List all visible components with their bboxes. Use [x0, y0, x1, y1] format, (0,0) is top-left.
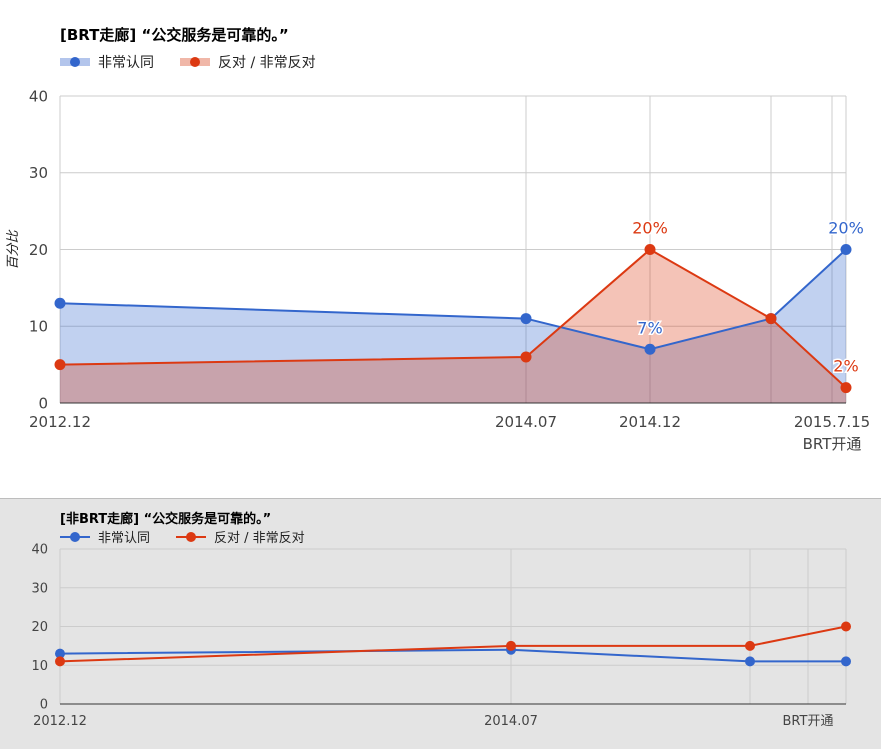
data-point — [644, 343, 656, 355]
y-tick-label: 0 — [40, 698, 48, 713]
data-point — [745, 656, 755, 667]
data-point — [54, 359, 66, 371]
x-tick-label: BRT开通 — [803, 435, 862, 453]
chart-plot-brt: 0 10 20 30 40 7% 20% 20% 2% 2012.12 2014.07 2014.12… — [6, 87, 870, 453]
data-point — [745, 640, 755, 651]
y-tick-label: 40 — [29, 87, 48, 105]
data-point — [506, 640, 516, 651]
data-point — [55, 656, 65, 667]
y-tick-label: 20 — [29, 241, 48, 259]
data-point — [840, 244, 852, 255]
y-tick-label: 0 — [38, 394, 48, 412]
y-tick-label: 40 — [31, 543, 48, 558]
x-tick-label: 2014.07 — [495, 413, 557, 431]
y-tick-label: 10 — [29, 318, 48, 336]
data-point — [840, 382, 852, 394]
y-tick-label: 30 — [29, 164, 48, 182]
y-tick-label: 10 — [31, 659, 48, 674]
y-tick-label: 30 — [31, 581, 48, 596]
data-point — [841, 621, 851, 632]
y-tick-label: 20 — [31, 620, 48, 635]
x-tick-label: 2015.7.15 — [794, 413, 870, 431]
x-tick-label: BRT开通 — [783, 714, 834, 729]
data-point — [841, 656, 851, 667]
data-point — [520, 313, 532, 325]
x-tick-label: 2012.12 — [29, 413, 91, 431]
data-label: 20% — [632, 219, 668, 238]
y-axis-title: 百分比 — [6, 230, 21, 270]
x-tick-label: 2012.12 — [33, 714, 87, 729]
chart-plot-non-brt: 0 10 20 30 40 2012.12 2014.07 BRT开通 — [31, 543, 851, 729]
data-label: 20% — [828, 219, 864, 238]
chart-panel-brt: [BRT走廊] “公交服务是可靠的。” 非常认同 反对 / 非常反对 0 10 20… — [0, 0, 881, 498]
data-point — [520, 351, 532, 363]
x-tick-label: 2014.12 — [619, 413, 681, 431]
x-tick-label: 2014.07 — [484, 714, 538, 729]
data-point — [54, 297, 66, 309]
chart-panel-non-brt: [非BRT走廊] “公交服务是可靠的。” 非常认同 反对 / 非常反对 0 10 2… — [0, 498, 881, 749]
data-point — [644, 244, 656, 255]
data-label: 2% — [833, 357, 858, 376]
data-point — [765, 313, 777, 325]
data-label: 7% — [637, 318, 662, 337]
